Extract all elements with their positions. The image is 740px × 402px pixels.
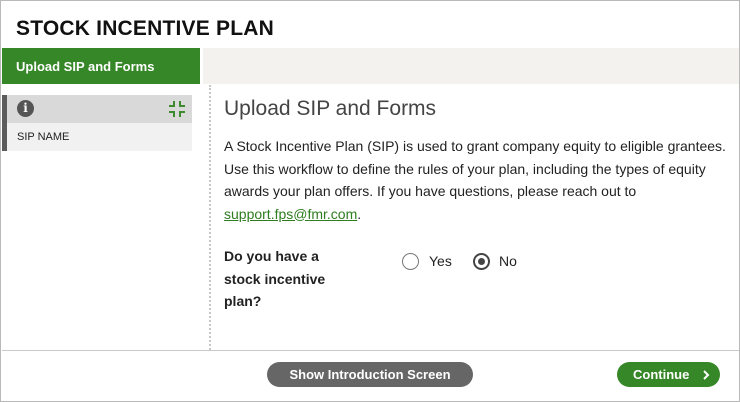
- description-end: .: [357, 205, 362, 222]
- continue-button[interactable]: Continue: [617, 362, 720, 387]
- continue-label: Continue: [633, 367, 690, 382]
- radio-yes-label[interactable]: Yes: [429, 253, 452, 269]
- collapse-icon[interactable]: [169, 101, 185, 117]
- sidebar-card: i SIP NAME: [2, 95, 192, 151]
- section-heading: Upload SIP and Forms: [224, 97, 437, 120]
- show-introduction-button[interactable]: Show Introduction Screen: [267, 362, 473, 387]
- description-text: A Stock Incentive Plan (SIP) is used to …: [224, 135, 729, 225]
- page-title: STOCK INCENTIVE PLAN: [16, 17, 274, 40]
- sip-question-label: Do you have a stock incentive plan?: [224, 248, 326, 309]
- radio-yes[interactable]: [402, 253, 419, 270]
- tab-upload-sip-and-forms[interactable]: Upload SIP and Forms: [2, 48, 200, 84]
- tab-separator: [200, 48, 203, 84]
- app-window: STOCK INCENTIVE PLAN Upload SIP and Form…: [0, 0, 740, 402]
- sidebar-card-header: i: [2, 95, 192, 123]
- chevron-right-icon: [703, 370, 710, 380]
- info-icon: i: [17, 100, 34, 117]
- footer-divider: [2, 350, 739, 351]
- sidebar-card-body[interactable]: SIP NAME: [2, 123, 192, 151]
- radio-no[interactable]: [473, 253, 490, 270]
- sip-name-label: SIP NAME: [17, 131, 70, 143]
- tab-bar: Upload SIP and Forms: [2, 48, 739, 84]
- radio-no-label[interactable]: No: [499, 253, 517, 269]
- content-divider: [209, 85, 211, 350]
- description-body: A Stock Incentive Plan (SIP) is used to …: [224, 138, 726, 199]
- support-email-link[interactable]: support.fps@fmr.com: [224, 206, 357, 222]
